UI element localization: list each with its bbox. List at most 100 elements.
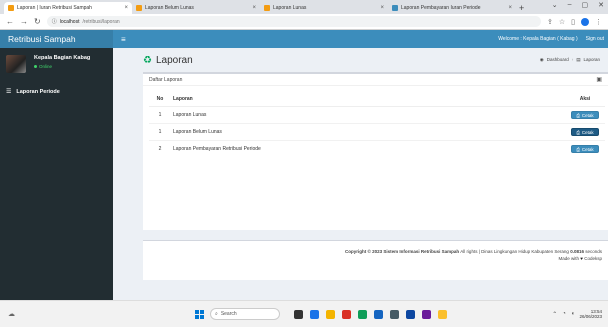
signout-link[interactable]: Sign out (586, 36, 604, 42)
store-icon[interactable] (374, 309, 383, 319)
close-tab-icon[interactable]: × (508, 5, 512, 11)
table-row: 1 Laporan Lunas ⎙ Cetak (149, 106, 605, 124)
cell-aksi: ⎙ Cetak (565, 123, 605, 141)
toolbar-icons: ⇪ ☆ ▯ ⋮ (547, 17, 602, 26)
chevron-up-icon[interactable]: ⌃ (552, 311, 557, 318)
copyright-org: Sistem Informasi Retribusi Sampah (383, 249, 460, 254)
online-dot-icon (34, 65, 37, 68)
close-window-icon[interactable]: ✕ (598, 1, 604, 9)
chat-icon[interactable] (310, 309, 319, 319)
cell-aksi: ⎙ Cetak (565, 140, 605, 158)
new-tab-icon[interactable]: + (519, 2, 524, 14)
list-icon: ☰ (6, 89, 12, 95)
cell-aksi: ⎙ Cetak (565, 106, 605, 124)
close-tab-icon[interactable]: × (380, 5, 384, 11)
book-icon: ▤ (576, 57, 581, 62)
sidepanel-icon[interactable]: ▯ (571, 18, 575, 26)
col-header-aksi: Aksi (565, 92, 605, 107)
cetak-button[interactable]: ⎙ Cetak (571, 145, 599, 154)
cetak-button[interactable]: ⎙ Cetak (571, 111, 599, 119)
main-content: ♻ Laporan ◉ Dashboard › ▤ Laporan Daftar… (113, 48, 608, 300)
start-icon[interactable] (195, 309, 204, 319)
page-title: ♻ Laporan (143, 55, 193, 66)
browser-tab-3[interactable]: Laporan Pembayaran Iuran Periode × (388, 2, 516, 14)
page-title-text: Laporan (155, 54, 193, 66)
cetak-label: Cetak (581, 146, 594, 152)
favicon-icon (264, 5, 270, 11)
maximize-icon[interactable]: ▢ (582, 1, 589, 9)
col-header-laporan: Laporan (171, 92, 565, 107)
breadcrumb: ◉ Dashboard › ▤ Laporan (540, 57, 600, 63)
url-path: /retribusi/laporan (82, 18, 120, 25)
volume-icon[interactable]: ◖ (571, 311, 575, 317)
edge-icon[interactable] (358, 309, 367, 319)
cetak-label: Cetak (581, 129, 594, 135)
laporan-table: No Laporan Aksi 1 Laporan Lunas ⎙ Cetak 1… (149, 92, 605, 158)
cetak-button[interactable]: ⎙ Cetak (571, 128, 599, 136)
col-header-no: No (149, 92, 171, 107)
copyright-label: Copyright © (345, 249, 371, 254)
browser-tab-strip: Laporan | Iuran Retribusi Sampah × Lapor… (0, 0, 608, 14)
favicon-icon (8, 5, 14, 11)
table-header-row: No Laporan Aksi (149, 92, 605, 107)
app-header: Retribusi Sampah ≡ Welcome : Kepala Bagi… (0, 30, 608, 48)
menu-dots-icon[interactable]: ⋮ (595, 18, 602, 26)
favicon-icon (392, 5, 398, 11)
user-status: Online (34, 64, 90, 69)
star-icon[interactable]: ☆ (559, 18, 565, 26)
app-icon[interactable] (422, 309, 431, 319)
forward-icon[interactable]: → (20, 17, 28, 26)
close-tab-icon[interactable]: × (124, 5, 128, 11)
url-host: localhost (59, 18, 80, 25)
content-header: ♻ Laporan ◉ Dashboard › ▤ Laporan (113, 48, 608, 66)
taskbar-clock[interactable]: 13:54 26/06/2023 (579, 309, 602, 319)
recycle-icon: ♻ (143, 54, 152, 66)
reload-icon[interactable]: ↻ (34, 17, 41, 26)
browser-tab-0[interactable]: Laporan | Iuran Retribusi Sampah × (4, 2, 132, 14)
breadcrumb-dashboard[interactable]: Dashboard (547, 57, 569, 63)
taskbar-search[interactable]: ⌕ Search (210, 308, 280, 320)
sidebar-item-label: Laporan Periode (16, 88, 60, 95)
info-icon[interactable]: ⓘ (52, 18, 57, 25)
cell-laporan: Laporan Belum Lunas (171, 123, 565, 141)
search-icon: ⌕ (215, 311, 218, 317)
welcome-text[interactable]: Welcome : Kepala Bagian ( Kabag ) (498, 36, 577, 42)
back-icon[interactable]: ← (6, 17, 14, 26)
browser-tab-1[interactable]: Laporan Belum Lunas × (132, 2, 260, 14)
user-panel: Kepala Bagian Kabag Online (0, 48, 113, 80)
url-field[interactable]: ⓘ localhost/retribusi/laporan (46, 16, 541, 27)
task-view-icon[interactable] (294, 309, 303, 319)
chevron-down-icon[interactable]: ⌄ (552, 1, 558, 9)
browser-tab-2[interactable]: Laporan Lunas × (260, 2, 388, 14)
heart-icon: ♥ (580, 256, 583, 261)
copyright-year: 2023 (372, 249, 383, 254)
sidebar-item-laporan-periode[interactable]: ☰ Laporan Periode (0, 84, 113, 99)
sidebar: Kepala Bagian Kabag Online ☰ Laporan Per… (0, 48, 113, 300)
sidebar-toggle-icon[interactable]: ≡ (121, 35, 126, 44)
cell-no: 1 (149, 123, 171, 141)
terminal-icon[interactable] (390, 309, 399, 319)
chrome-icon[interactable] (438, 309, 447, 319)
copyright-rights: All rights | Dinas Lingkungan Hidup Kabu… (460, 249, 569, 254)
breadcrumb-separator: › (571, 57, 574, 62)
cell-laporan: Laporan Lunas (171, 106, 565, 124)
user-name: Kepala Bagian Kabag (34, 55, 91, 61)
favicon-icon (136, 5, 142, 11)
network-icon[interactable]: ◔ (562, 311, 566, 317)
minimize-icon[interactable]: – (568, 1, 572, 9)
weather-icon[interactable]: ☁ (8, 310, 15, 318)
vscode-icon[interactable] (406, 309, 415, 319)
laporan-box: Daftar Laporan ▣ No Laporan Aksi 1 Lapor… (143, 72, 608, 230)
share-icon[interactable]: ⇪ (547, 18, 553, 26)
page-footer: Copyright © 2023 Sistem Informasi Retrib… (143, 240, 608, 280)
profile-avatar-icon[interactable] (581, 17, 589, 26)
window-controls: ⌄ – ▢ ✕ (552, 1, 604, 9)
system-tray: ⌃ ◔ ◖ 13:54 26/06/2023 (552, 309, 608, 319)
taskbar-search-label: Search (220, 311, 237, 317)
close-tab-icon[interactable]: × (252, 5, 256, 11)
file-explorer-icon[interactable] (326, 309, 335, 319)
app-logo[interactable]: Retribusi Sampah (0, 30, 113, 48)
tab-title: Laporan Pembayaran Iuran Periode (401, 5, 481, 11)
box-tool-icon[interactable]: ▣ (596, 76, 602, 83)
app-icon[interactable] (342, 309, 351, 319)
